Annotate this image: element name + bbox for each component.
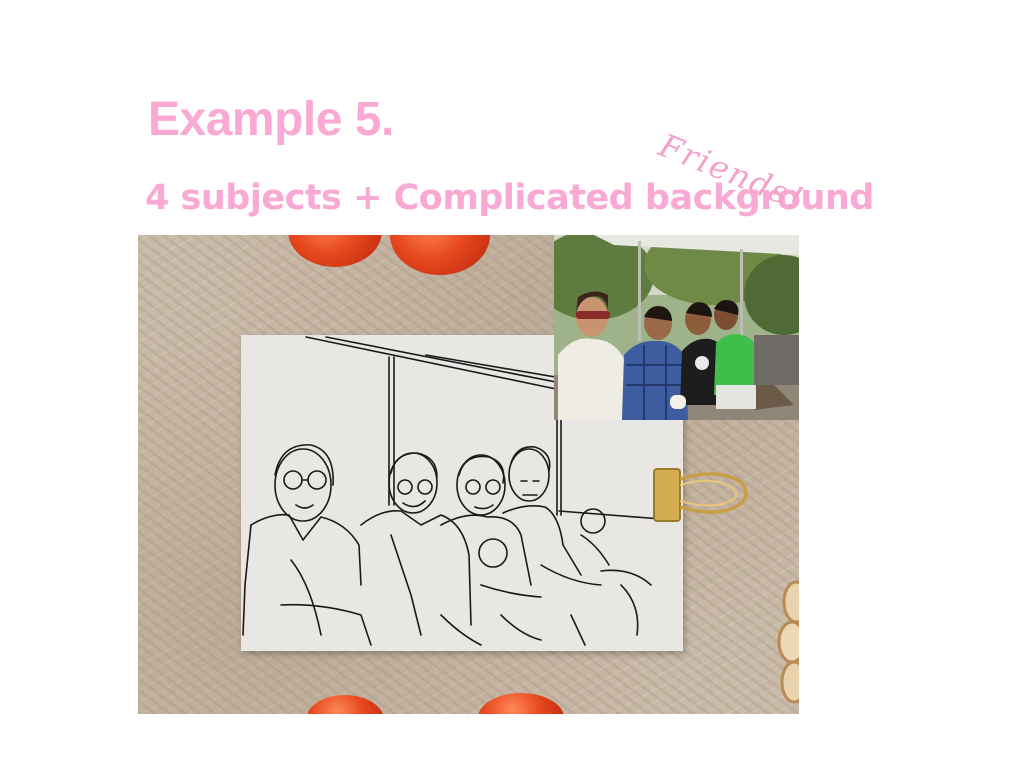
tomato-bottom-right (478, 693, 564, 714)
reference-photo (534, 235, 799, 420)
tomato-bottom-left (306, 695, 384, 714)
mockup-image (138, 235, 799, 714)
tomato-top-left (288, 235, 382, 267)
slide-title: Example 5. (148, 93, 394, 146)
tomato-top-right (390, 235, 490, 275)
binder-clip-icon (650, 461, 750, 536)
garlic-slices (768, 580, 799, 714)
